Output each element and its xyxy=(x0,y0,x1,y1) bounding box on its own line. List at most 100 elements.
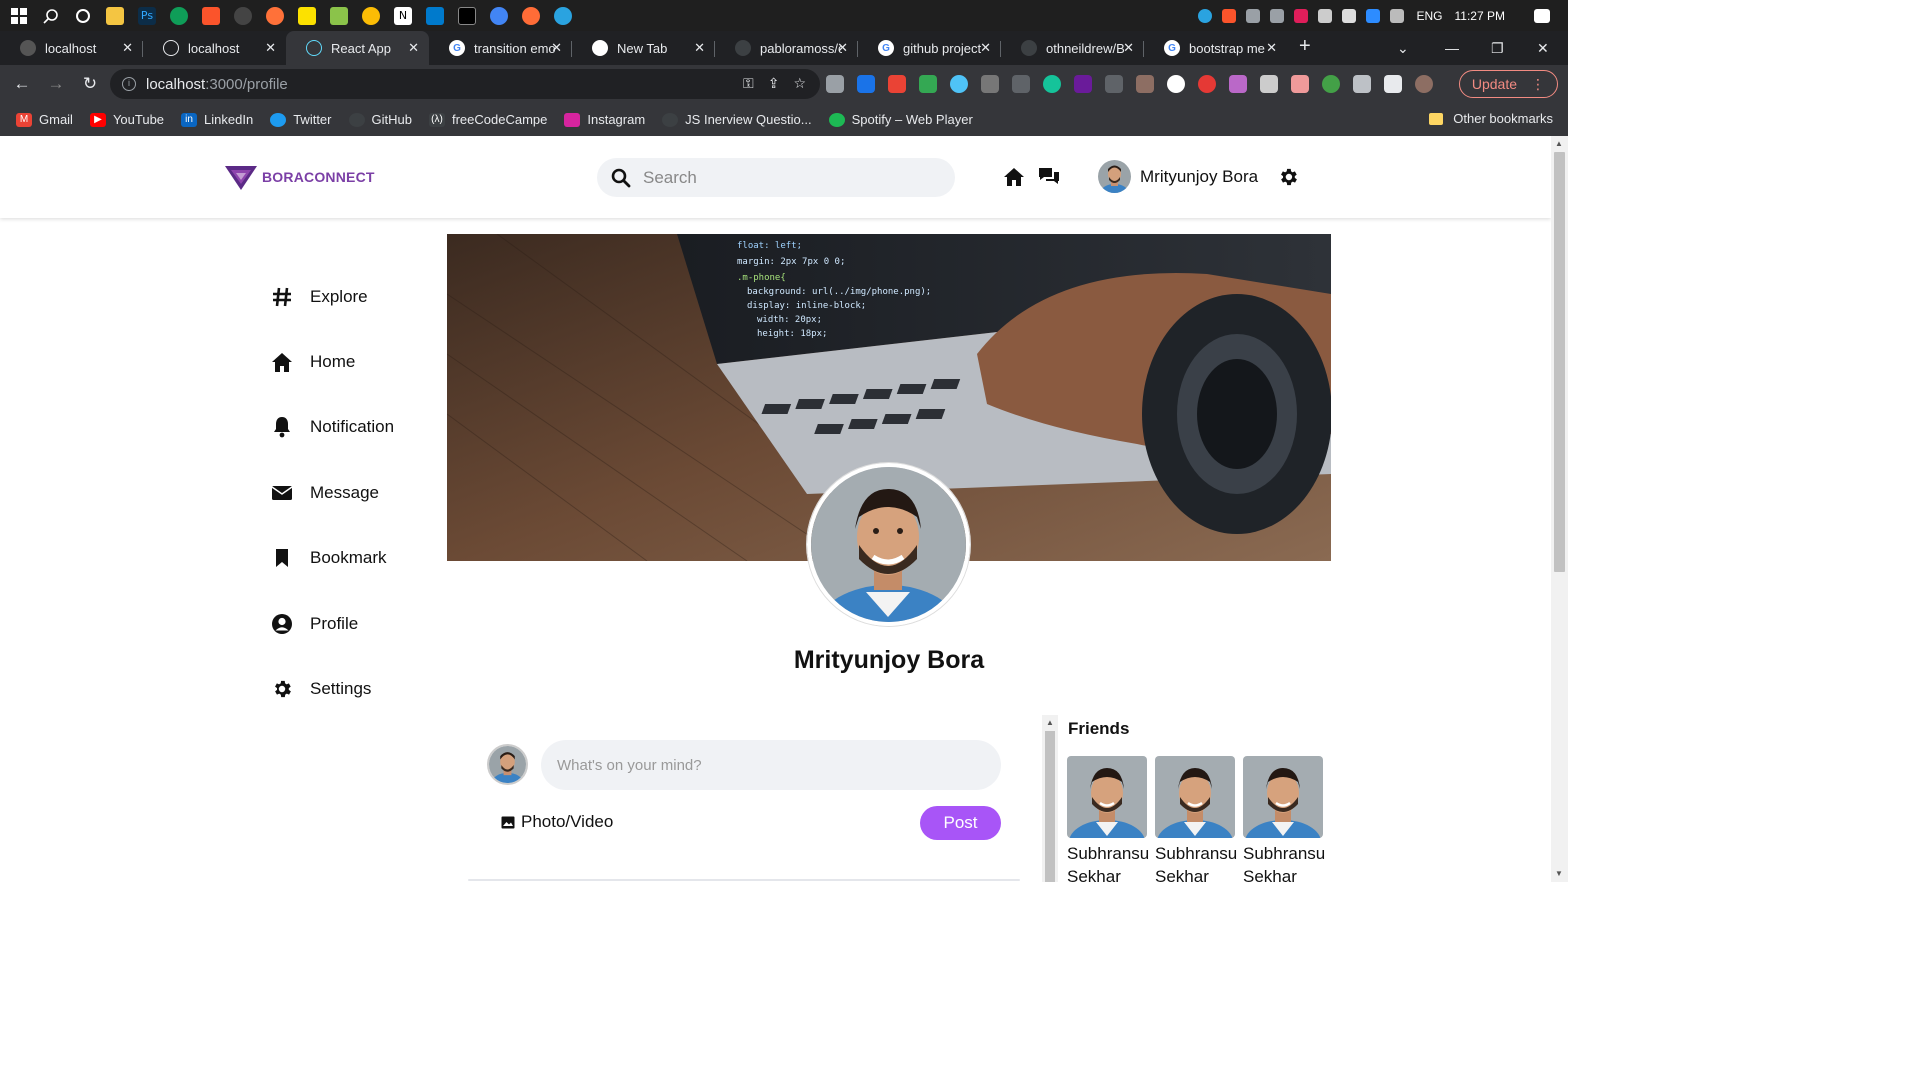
profile-avatar[interactable] xyxy=(807,463,970,626)
scroll-up-icon[interactable]: ▲ xyxy=(1046,718,1054,727)
bookmark-github[interactable]: GitHub xyxy=(348,112,412,127)
feather-extension-icon[interactable] xyxy=(1229,75,1247,93)
browser-tab-active[interactable]: React App ✕ xyxy=(286,31,429,65)
reload-icon[interactable]: ↻ xyxy=(73,74,107,94)
browser-tab[interactable]: othneildrew/B ✕ xyxy=(1001,31,1144,65)
tab-close-icon[interactable]: ✕ xyxy=(980,40,991,56)
firefox-icon[interactable] xyxy=(266,6,284,25)
browser-tab[interactable]: G transition emo ✕ xyxy=(429,31,572,65)
post-button[interactable]: Post xyxy=(920,806,1001,840)
page-scrollbar[interactable]: ▲ ▼ xyxy=(1551,136,1568,882)
forward-arrow-icon[interactable]: → xyxy=(39,74,73,94)
bookmark-freecodecamp[interactable]: (λ) freeCodeCampe xyxy=(428,112,547,127)
postman-icon[interactable] xyxy=(522,6,540,25)
target-extension-icon[interactable] xyxy=(1322,75,1340,93)
profile-avatar-icon[interactable] xyxy=(1415,75,1433,93)
vscode-icon[interactable] xyxy=(426,6,444,25)
notion-icon[interactable]: N xyxy=(394,6,412,25)
mi-extension-icon[interactable] xyxy=(1136,75,1154,93)
share-icon[interactable]: ⇪ xyxy=(768,75,780,92)
colorpick-extension-icon[interactable] xyxy=(919,75,937,93)
search-input[interactable] xyxy=(643,167,933,188)
bookmark-twitter[interactable]: Twitter xyxy=(270,112,332,127)
user-menu[interactable]: Mrityunjoy Bora xyxy=(1098,160,1258,193)
volume-icon[interactable] xyxy=(1269,8,1284,23)
key-icon[interactable]: ⚿ xyxy=(743,75,754,92)
zoom-icon[interactable] xyxy=(1365,8,1380,23)
pencil-extension-icon[interactable] xyxy=(1012,75,1030,93)
tab-close-icon[interactable]: ✕ xyxy=(694,40,705,56)
tab-close-icon[interactable]: ✕ xyxy=(122,40,133,56)
camera-extension-icon[interactable] xyxy=(826,75,844,93)
tab-close-icon[interactable]: ✕ xyxy=(1266,40,1277,56)
obs-icon[interactable] xyxy=(234,6,252,25)
other-bookmarks[interactable]: Other bookmarks xyxy=(1429,111,1553,126)
star-icon[interactable]: ☆ xyxy=(793,75,806,92)
chat-bubbles-icon[interactable] xyxy=(1037,166,1061,188)
more-menu-icon[interactable]: ⋮ xyxy=(1531,76,1545,93)
photo-video-option[interactable]: Photo/Video xyxy=(501,812,613,832)
maximize-button[interactable]: ❐ xyxy=(1491,31,1504,65)
sidebar-item-home[interactable]: Home xyxy=(270,329,394,394)
telegram-icon[interactable] xyxy=(554,6,572,25)
bookmark-youtube[interactable]: ▶ YouTube xyxy=(89,112,164,127)
bookmark-linkedin[interactable]: in LinkedIn xyxy=(181,112,253,127)
tab-close-icon[interactable]: ✕ xyxy=(551,40,562,56)
address-bar[interactable]: i localhost:3000/profile ⚿ ⇪ ☆ xyxy=(110,69,820,99)
tab-close-icon[interactable]: ✕ xyxy=(837,40,848,56)
browser-tab[interactable]: localhost ✕ xyxy=(0,31,143,65)
browser-tab[interactable]: New Tab ✕ xyxy=(572,31,715,65)
edge-icon[interactable] xyxy=(170,6,188,25)
new-tab-button[interactable]: + xyxy=(1299,35,1311,58)
brave-icon[interactable] xyxy=(202,6,220,25)
red-extension-icon[interactable] xyxy=(1198,75,1216,93)
sidebar-item-explore[interactable]: Explore xyxy=(270,264,394,329)
slack-icon[interactable] xyxy=(1293,8,1308,23)
sidebar-item-profile[interactable]: Profile xyxy=(270,591,394,656)
file-explorer-icon[interactable] xyxy=(106,6,124,25)
friend-card[interactable]: Subhransu Sekhar xyxy=(1155,756,1237,882)
scroll-up-icon[interactable]: ▲ xyxy=(1555,139,1563,148)
search-bar[interactable] xyxy=(597,158,955,197)
minimize-button[interactable]: — xyxy=(1445,31,1459,65)
close-window-button[interactable]: ✕ xyxy=(1537,31,1549,65)
code-extension-icon[interactable] xyxy=(888,75,906,93)
tab-close-icon[interactable]: ✕ xyxy=(1123,40,1134,56)
brave-tray-icon[interactable] xyxy=(1221,8,1236,23)
tab-close-icon[interactable]: ✕ xyxy=(265,40,276,56)
chrome-icon[interactable] xyxy=(362,6,380,25)
bookmark-js-interview[interactable]: JS Inerview Questio... xyxy=(662,112,812,127)
scroll-down-icon[interactable]: ▼ xyxy=(1555,869,1563,878)
brand-logo[interactable]: BORACONNECT xyxy=(225,164,375,190)
terminal-icon[interactable] xyxy=(458,6,476,25)
grammarly-extension-icon[interactable] xyxy=(1043,75,1061,93)
post-input[interactable] xyxy=(541,740,1001,790)
site-info-icon[interactable]: i xyxy=(122,77,136,91)
mouse-extension-icon[interactable] xyxy=(981,75,999,93)
defender-icon[interactable] xyxy=(1317,8,1332,23)
cortana-icon[interactable] xyxy=(74,7,92,25)
back-arrow-icon[interactable]: ← xyxy=(5,74,39,94)
notification-center-icon[interactable] xyxy=(1534,8,1550,23)
friend-card[interactable]: Subhransu Sekhar xyxy=(1067,756,1149,882)
photoshop-icon[interactable]: Ps xyxy=(138,6,156,25)
download-extension-icon[interactable] xyxy=(857,75,875,93)
search-icon[interactable] xyxy=(42,7,60,25)
chrome-active-icon[interactable] xyxy=(490,6,508,25)
people-extension-icon[interactable] xyxy=(1260,75,1278,93)
display-icon[interactable] xyxy=(1389,8,1404,23)
sidebar-item-settings[interactable]: Settings xyxy=(270,656,394,721)
sidebar-item-bookmark[interactable]: Bookmark xyxy=(270,526,394,591)
friends-scrollbar[interactable]: ▲ xyxy=(1042,715,1058,882)
notes-extension-icon[interactable] xyxy=(1291,75,1309,93)
browser-tab[interactable]: G github project ✕ xyxy=(858,31,1001,65)
sidebar-item-message[interactable]: Message xyxy=(270,460,394,525)
bookmark-gmail[interactable]: M Gmail xyxy=(16,112,73,127)
home-icon[interactable] xyxy=(1003,166,1025,188)
c-extension-icon[interactable] xyxy=(950,75,968,93)
fx-extension-icon[interactable] xyxy=(1105,75,1123,93)
browser-tab[interactable]: localhost ✕ xyxy=(143,31,286,65)
windows-start-icon[interactable] xyxy=(10,7,28,25)
sidebar-item-notification[interactable]: Notification xyxy=(270,395,394,460)
gear-icon[interactable] xyxy=(1277,166,1299,188)
